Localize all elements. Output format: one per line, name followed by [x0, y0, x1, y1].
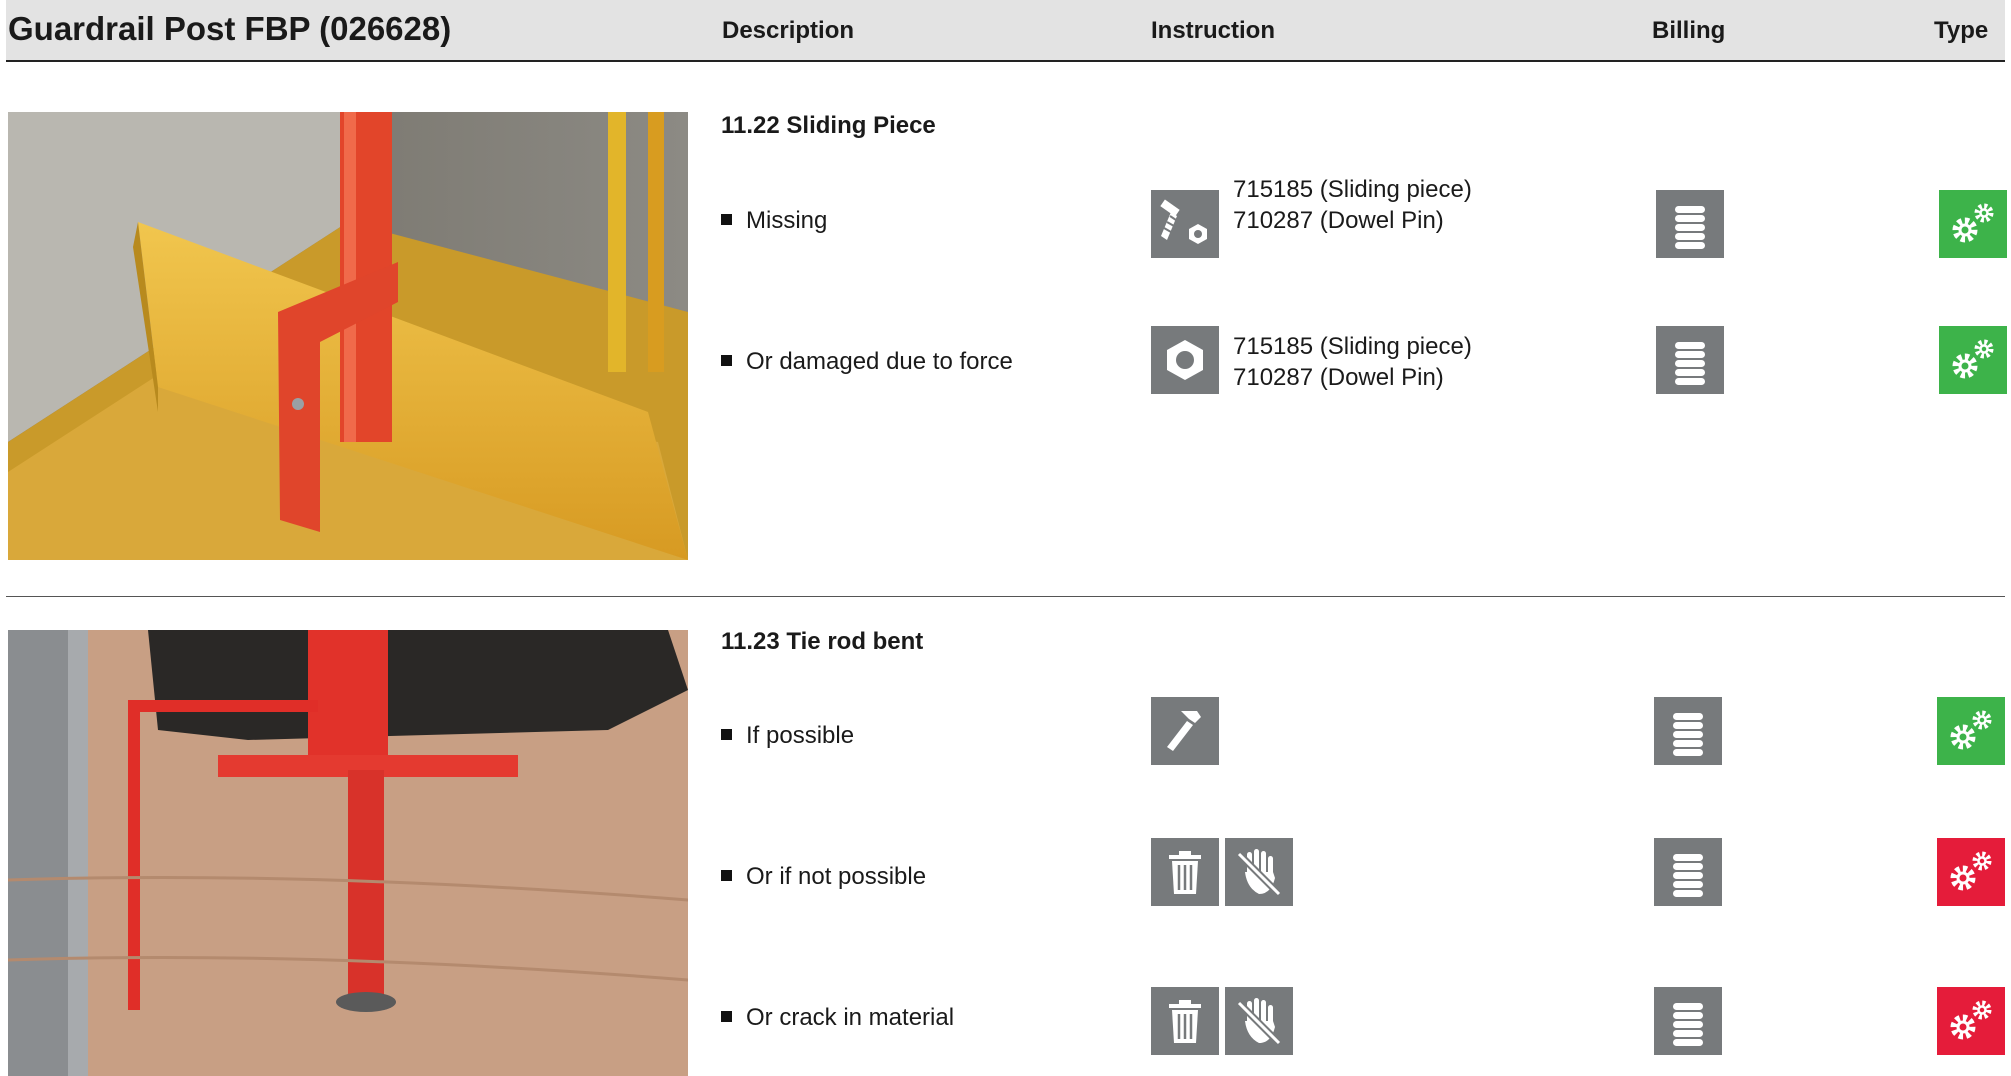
- list-item: Or crack in material: [721, 1004, 954, 1032]
- gears-icon: [1937, 697, 2005, 765]
- gears-icon: [1939, 190, 2007, 258]
- column-header-description: Description: [722, 17, 855, 44]
- section-title: 11.23 Tie rod bent: [721, 628, 924, 655]
- column-header-type: Type: [1934, 17, 1989, 44]
- column-header-instruction: Instruction: [1151, 17, 1275, 44]
- item-description: Or damaged due to force: [746, 348, 1013, 375]
- list-item: Or if not possible: [721, 863, 926, 891]
- part-number: 710287 (Dowel Pin): [1233, 207, 1444, 234]
- bullet-square-icon: [721, 729, 732, 740]
- item-description: Or crack in material: [746, 1004, 955, 1031]
- coin-stack-icon: [1656, 190, 1724, 258]
- trash-icon: [1151, 838, 1219, 906]
- bullet-square-icon: [721, 1011, 732, 1022]
- nut-icon: [1151, 326, 1219, 394]
- part-number: 715185 (Sliding piece): [1233, 176, 1472, 203]
- hammer-icon: [1151, 697, 1219, 765]
- instruction-note: 715185 (Sliding piece) 710287 (Dowel Pin…: [1233, 331, 1472, 393]
- coin-stack-icon: [1656, 326, 1724, 394]
- gears-icon: [1937, 838, 2005, 906]
- bullet-square-icon: [721, 870, 732, 881]
- bolt-nut-icon: [1151, 190, 1219, 258]
- coin-stack-icon: [1654, 697, 1722, 765]
- item-description: If possible: [746, 722, 855, 749]
- list-item: Or damaged due to force: [721, 348, 1013, 376]
- sliding-piece-photo: [8, 112, 688, 560]
- item-description: Or if not possible: [746, 863, 927, 890]
- gears-icon: [1939, 326, 2007, 394]
- bullet-square-icon: [721, 355, 732, 366]
- trash-icon: [1151, 987, 1219, 1055]
- bullet-square-icon: [721, 214, 732, 225]
- gears-icon: [1937, 987, 2005, 1055]
- part-number: 715185 (Sliding piece): [1233, 333, 1472, 360]
- section-divider: [6, 596, 2005, 597]
- no-touch-icon: [1225, 838, 1293, 906]
- page-title: Guardrail Post FBP (026628): [8, 10, 452, 47]
- list-item: Missing: [721, 207, 827, 235]
- coin-stack-icon: [1654, 987, 1722, 1055]
- list-item: If possible: [721, 722, 854, 750]
- section-title: 11.22 Sliding Piece: [721, 112, 936, 139]
- part-number: 710287 (Dowel Pin): [1233, 364, 1444, 391]
- tie-rod-photo: [8, 630, 688, 1076]
- column-header-billing: Billing: [1652, 17, 1726, 44]
- coin-stack-icon: [1654, 838, 1722, 906]
- table-header: Guardrail Post FBP (026628) Description …: [6, 0, 2005, 62]
- item-description: Missing: [746, 207, 828, 234]
- no-touch-icon: [1225, 987, 1293, 1055]
- instruction-note: 715185 (Sliding piece) 710287 (Dowel Pin…: [1233, 174, 1472, 236]
